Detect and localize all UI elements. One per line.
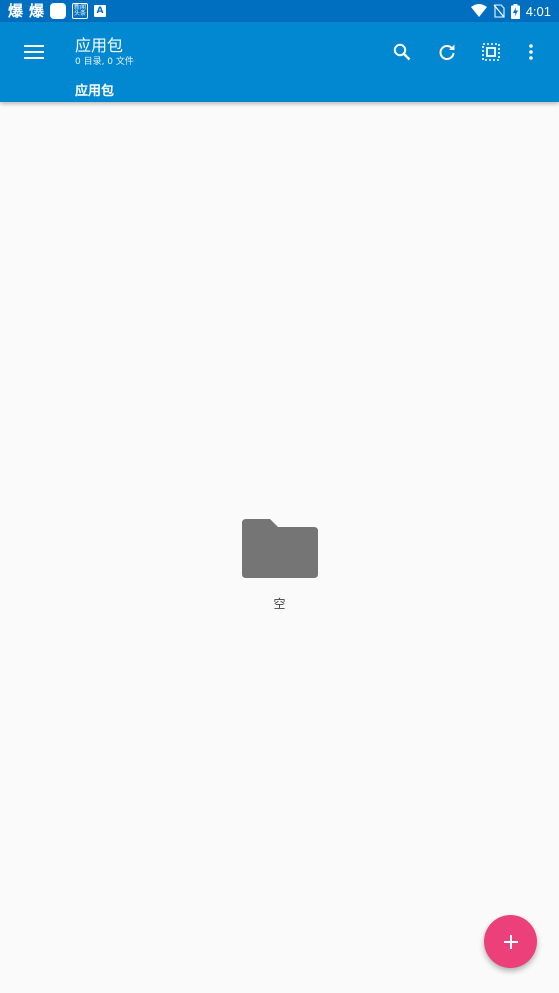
wifi-icon: [470, 4, 487, 17]
battery-charging-icon: [510, 3, 520, 19]
empty-label: 空: [273, 597, 286, 611]
page-subtitle: 0 目录, 0 文件: [75, 57, 134, 67]
menu-button[interactable]: [14, 34, 54, 70]
search-button[interactable]: [385, 35, 419, 69]
select-all-icon: [482, 43, 500, 61]
search-icon: [393, 43, 411, 61]
status-bar-notifications: 爆 爆 新闻 头条 A: [8, 1, 107, 20]
add-fab-button[interactable]: [484, 915, 537, 968]
status-bar-system: 4:01: [470, 3, 551, 19]
app-icon: 爆: [8, 1, 24, 20]
app-icon: 爆: [29, 1, 45, 20]
more-vert-icon: [529, 44, 533, 60]
plus-icon: [503, 934, 518, 949]
news-app-icon: 新闻 头条: [72, 3, 89, 19]
folder-icon: [241, 519, 318, 578]
select-all-button[interactable]: [474, 35, 508, 69]
empty-state: 空: [0, 519, 559, 612]
menu-icon: [24, 45, 44, 59]
status-time: 4:01: [525, 3, 551, 19]
page-title: 应用包: [75, 36, 124, 55]
a-app-icon: A: [94, 5, 107, 17]
white-square-icon: [50, 3, 67, 19]
more-options-button[interactable]: [514, 35, 548, 69]
no-sim-icon: [493, 4, 505, 18]
refresh-button[interactable]: [430, 35, 464, 69]
breadcrumb[interactable]: 应用包: [75, 80, 114, 99]
status-bar: 爆 爆 新闻 头条 A 4:01: [0, 0, 559, 22]
title-block: 应用包 0 目录, 0 文件: [75, 36, 134, 68]
refresh-icon: [439, 44, 455, 60]
app-bar: 应用包 0 目录, 0 文件 应用包: [0, 22, 559, 102]
